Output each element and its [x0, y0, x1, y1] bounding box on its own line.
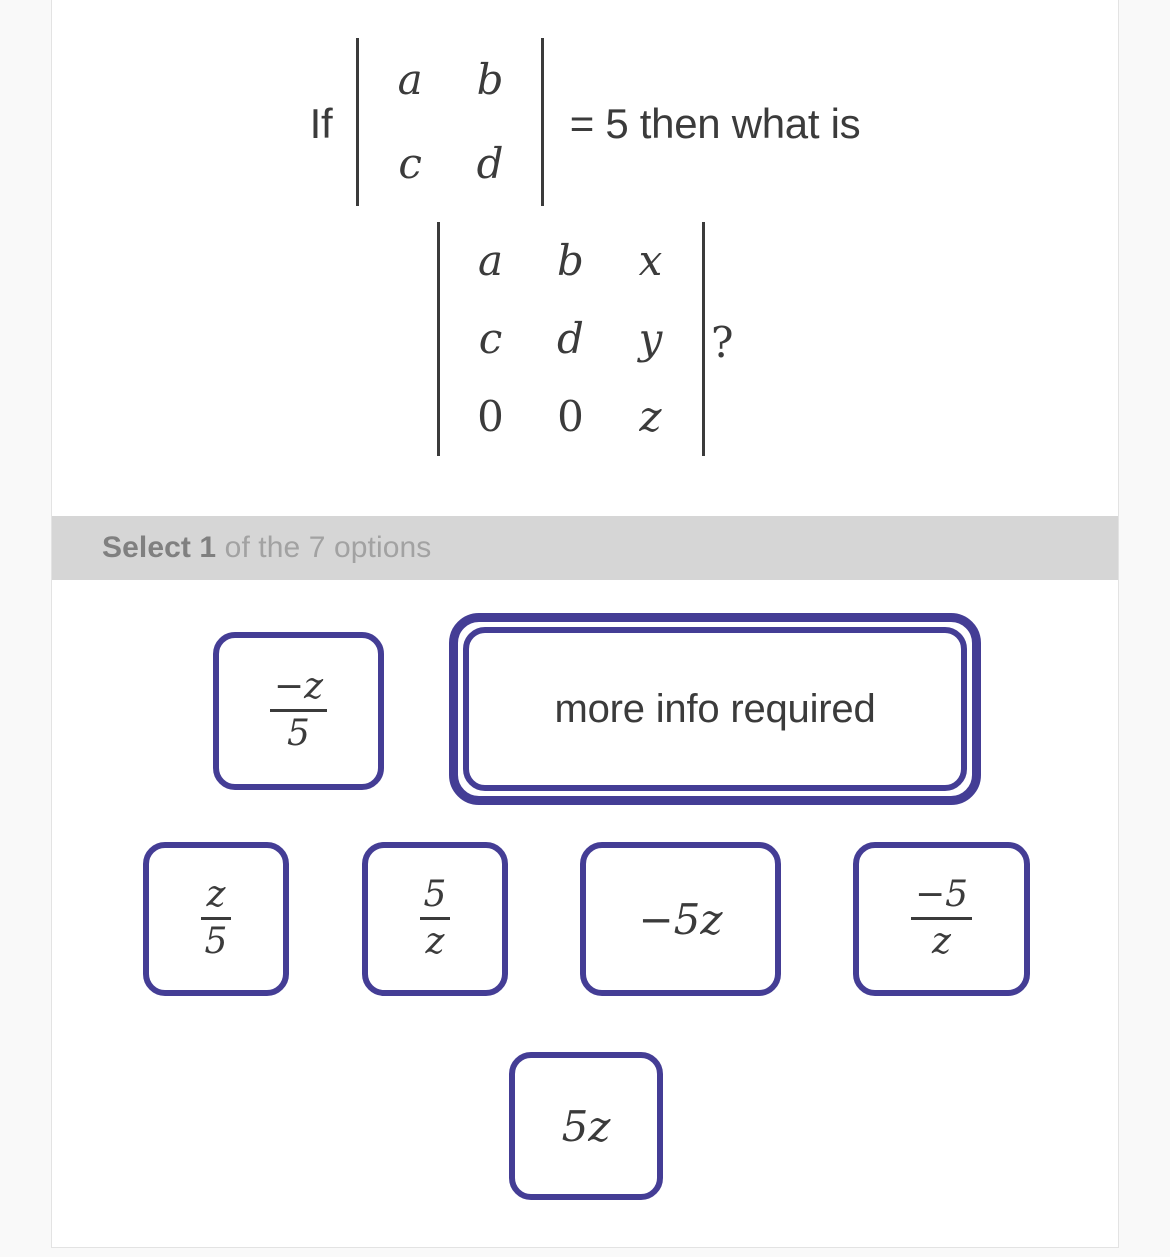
option-button-5-over-z[interactable]: 5 z [362, 842, 508, 996]
fraction-5-over-z: 5 z [419, 874, 451, 962]
det2-cell: d [476, 139, 504, 188]
question-line-1: If a b c d = 5 then what is [52, 38, 1118, 206]
det3-row: a b x [451, 222, 691, 300]
option-label: 5z [561, 1101, 611, 1151]
question-line-2: a b x c d y 0 0 z ? [52, 222, 1118, 456]
question-stem: If a b c d = 5 then what is a b x c d y … [52, 0, 1118, 516]
fraction-denominator: 5 [204, 921, 228, 962]
option-button-more-info-required[interactable]: more info required [449, 613, 981, 805]
question-card: If a b c d = 5 then what is a b x c d y … [51, 0, 1119, 1248]
det3-cell: 0 [477, 392, 504, 441]
det2-cell: c [398, 139, 422, 188]
determinant-2x2: a b c d [356, 38, 545, 206]
det3-cell: c [478, 314, 503, 363]
det2-cell: b [476, 55, 504, 104]
det3-cell: d [557, 314, 584, 363]
det2-row: c d [370, 122, 530, 206]
option-button-minus-5-over-z[interactable]: −5 z [853, 842, 1030, 996]
det3-cell: x [638, 236, 663, 285]
det3-cell: a [477, 236, 504, 285]
det2-row: a b [370, 38, 530, 122]
select-total: of the 7 options [216, 531, 432, 564]
options-grid: −z 5 more info required z 5 5 z −5z −5 z… [52, 580, 1118, 1248]
fraction-numerator: z [206, 874, 226, 916]
option-label: −5z [638, 894, 723, 944]
det3-cell: y [638, 314, 663, 363]
option-selected-inner-ring: more info required [463, 627, 967, 791]
fraction-numerator: 5 [423, 874, 447, 916]
det3-row: c d y [451, 300, 691, 378]
fraction-minus-z-over-5: −z 5 [269, 666, 328, 754]
question-mark: ? [710, 318, 734, 367]
select-instruction-bar: Select 1 of the 7 options [52, 516, 1118, 580]
fraction-minus-5-over-z: −5 z [910, 874, 973, 962]
det3-cell: z [639, 392, 662, 441]
option-button-5z[interactable]: 5z [509, 1052, 663, 1200]
fraction-z-over-5: z 5 [200, 874, 232, 962]
fraction-numerator: −5 [914, 874, 969, 916]
fraction-denominator: z [425, 921, 445, 962]
option-label: more info required [554, 686, 876, 731]
determinant-3x3: a b x c d y 0 0 z [436, 222, 705, 456]
select-instruction-text: Select 1 of the 7 options [102, 531, 431, 565]
fraction-denominator: z [932, 921, 951, 962]
det3-row: 0 0 z [451, 378, 691, 456]
det3-cell: b [557, 236, 584, 285]
if-word: If [309, 100, 333, 147]
option-button-minus-5z[interactable]: −5z [580, 842, 781, 996]
option-button-z-over-5[interactable]: z 5 [143, 842, 289, 996]
det2-cell: a [397, 55, 423, 104]
det3-cell: 0 [557, 392, 584, 441]
equals-then-what-is: = 5 then what is [569, 100, 861, 147]
option-button-minus-z-over-5[interactable]: −z 5 [213, 632, 384, 790]
fraction-denominator: 5 [287, 713, 310, 754]
fraction-numerator: −z [273, 666, 324, 708]
select-count: Select 1 [102, 531, 217, 564]
